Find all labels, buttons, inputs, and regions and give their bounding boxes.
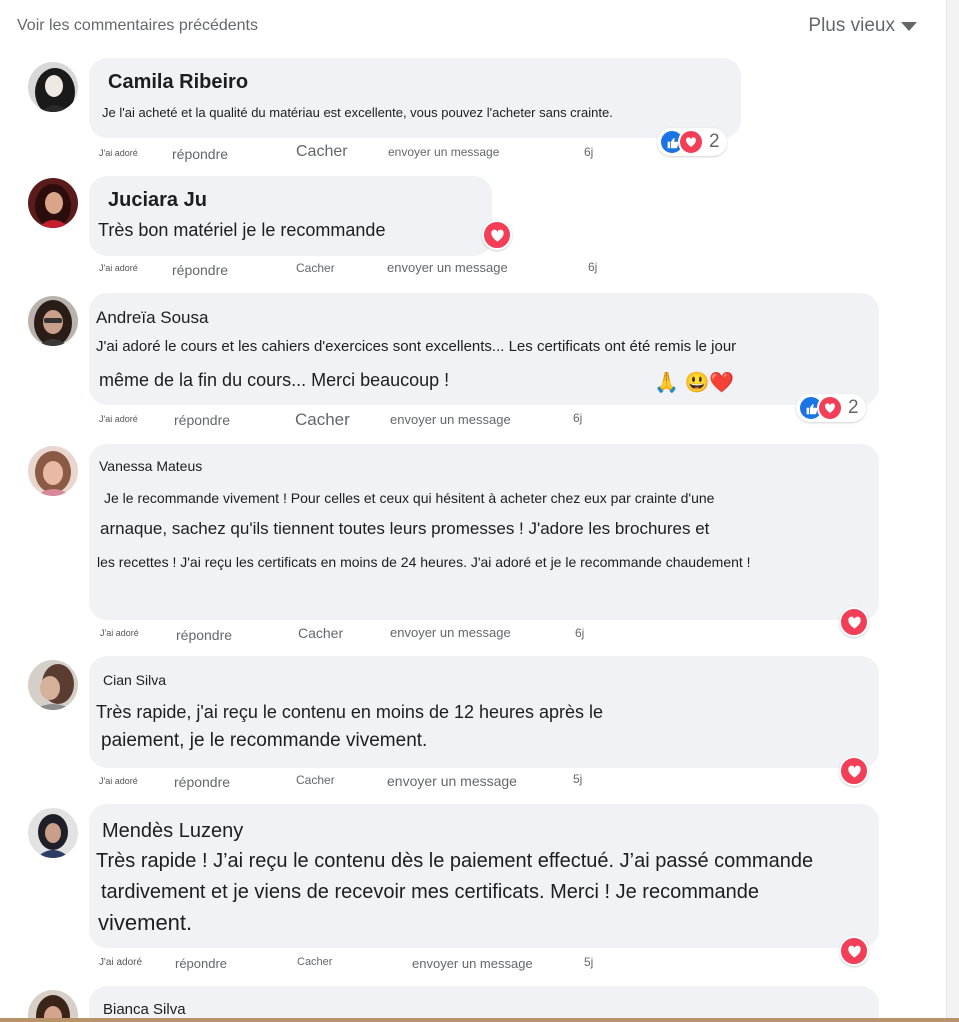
comment-author[interactable]: Andreïa Sousa bbox=[96, 308, 208, 328]
caret-down-icon bbox=[901, 21, 917, 31]
comments-panel: Voir les commentaires précédents Plus vi… bbox=[0, 0, 947, 1022]
reply-action[interactable]: répondre bbox=[174, 774, 230, 790]
comment-bubble: Mendès Luzeny Très rapide ! J’ai reçu le… bbox=[89, 804, 879, 948]
message-action[interactable]: envoyer un message bbox=[388, 145, 499, 159]
comment-bubble: Camila Ribeiro Je l'ai acheté et la qual… bbox=[89, 58, 741, 138]
hide-action[interactable]: Cacher bbox=[298, 625, 343, 641]
heart-icon bbox=[847, 765, 861, 778]
love-action[interactable]: J'ai adoré bbox=[99, 414, 138, 424]
reaction-summary[interactable]: 2 bbox=[657, 128, 727, 156]
reaction-summary[interactable]: 2 bbox=[796, 394, 866, 422]
avatar[interactable] bbox=[28, 446, 78, 496]
hide-action[interactable]: Cacher bbox=[296, 773, 335, 787]
comment-time: 5j bbox=[573, 772, 583, 786]
sort-dropdown[interactable]: Plus vieux bbox=[808, 15, 917, 37]
comment-bubble: Vanessa Mateus Je le recommande vivement… bbox=[89, 444, 879, 620]
comment-time: 5j bbox=[584, 955, 594, 969]
love-reaction[interactable] bbox=[839, 756, 869, 786]
comment-text: Très bon matériel je le recommande bbox=[98, 220, 386, 240]
reply-action[interactable]: répondre bbox=[172, 262, 228, 278]
reaction-count: 2 bbox=[848, 397, 859, 418]
love-reaction[interactable] bbox=[839, 607, 869, 637]
comment-author[interactable]: Mendès Luzeny bbox=[102, 820, 243, 843]
avatar[interactable] bbox=[28, 296, 78, 346]
comment-text: même de la fin du cours... Merci beaucou… bbox=[99, 370, 450, 390]
comment-time: 6j bbox=[584, 145, 594, 159]
comment-bubble: Juciara Ju Très bon matériel je le recom… bbox=[89, 176, 492, 256]
message-action[interactable]: envoyer un message bbox=[387, 260, 508, 275]
love-action[interactable]: J'ai adoré bbox=[99, 263, 138, 273]
reply-action[interactable]: répondre bbox=[175, 956, 227, 971]
comment-author[interactable]: Vanessa Mateus bbox=[99, 458, 202, 474]
message-action[interactable]: envoyer un message bbox=[387, 773, 517, 789]
comment-text: arnaque, sachez qu'ils tiennent toutes l… bbox=[100, 519, 710, 538]
comment-bubble: Bianca Silva bbox=[89, 986, 879, 1022]
heart-icon bbox=[817, 395, 843, 421]
love-reaction[interactable] bbox=[482, 220, 512, 250]
comment-text: vivement. bbox=[98, 910, 193, 935]
comment-text: Très rapide ! J’ai reçu le contenu dès l… bbox=[96, 850, 814, 872]
love-action[interactable]: J'ai adoré bbox=[99, 957, 142, 968]
comment-author[interactable]: Cian Silva bbox=[103, 672, 166, 688]
comment-author[interactable]: Juciara Ju bbox=[108, 189, 207, 212]
comment-time: 6j bbox=[575, 626, 585, 640]
comment-text: tardivement et je viens de recevoir mes … bbox=[101, 881, 760, 903]
avatar[interactable] bbox=[28, 62, 78, 112]
hide-action[interactable]: Cacher bbox=[297, 956, 332, 968]
hide-action[interactable]: Cacher bbox=[296, 261, 335, 275]
reaction-count: 2 bbox=[709, 131, 720, 152]
avatar[interactable] bbox=[28, 660, 78, 710]
message-action[interactable]: envoyer un message bbox=[390, 412, 511, 427]
love-action[interactable]: J'ai adoré bbox=[99, 148, 138, 158]
love-action[interactable]: J'ai adoré bbox=[100, 628, 139, 638]
message-action[interactable]: envoyer un message bbox=[390, 625, 511, 640]
heart-icon bbox=[847, 616, 861, 629]
avatar[interactable] bbox=[28, 178, 78, 228]
comment-bubble: Cian Silva Très rapide, j'ai reçu le con… bbox=[89, 656, 879, 768]
avatar[interactable] bbox=[28, 808, 78, 858]
comment-time: 6j bbox=[573, 411, 583, 425]
comment-time: 6j bbox=[588, 260, 598, 274]
reply-action[interactable]: répondre bbox=[174, 412, 230, 428]
comment-text: Je le recommande vivement ! Pour celles … bbox=[104, 490, 715, 506]
sort-label: Plus vieux bbox=[808, 15, 895, 36]
heart-icon bbox=[847, 945, 861, 958]
hide-action[interactable]: Cacher bbox=[296, 143, 348, 161]
comment-text: Très rapide, j'ai reçu le contenu en moi… bbox=[96, 702, 604, 722]
comment-author[interactable]: Camila Ribeiro bbox=[108, 71, 248, 94]
bottom-divider bbox=[0, 1018, 959, 1022]
reply-action[interactable]: répondre bbox=[176, 627, 232, 643]
reply-action[interactable]: répondre bbox=[172, 146, 228, 162]
heart-icon bbox=[678, 129, 704, 155]
comment-text: Je l'ai acheté et la qualité du matériau… bbox=[102, 105, 613, 120]
comment-text: les recettes ! J'ai reçu les certificats… bbox=[97, 554, 751, 570]
love-reaction[interactable] bbox=[839, 936, 869, 966]
comment-author[interactable]: Bianca Silva bbox=[103, 1001, 186, 1018]
emoji-group: 🙏 😃❤️ bbox=[654, 372, 735, 394]
comment-text: J'ai adoré le cours et les cahiers d'exe… bbox=[96, 338, 737, 355]
love-action[interactable]: J'ai adoré bbox=[99, 776, 138, 786]
comment-text: paiement, je le recommande vivement. bbox=[101, 730, 428, 751]
comment-bubble: Andreïa Sousa J'ai adoré le cours et les… bbox=[89, 293, 879, 405]
previous-comments-link[interactable]: Voir les commentaires précédents bbox=[17, 17, 258, 35]
heart-icon bbox=[490, 229, 504, 242]
hide-action[interactable]: Cacher bbox=[295, 410, 350, 430]
message-action[interactable]: envoyer un message bbox=[412, 956, 533, 971]
